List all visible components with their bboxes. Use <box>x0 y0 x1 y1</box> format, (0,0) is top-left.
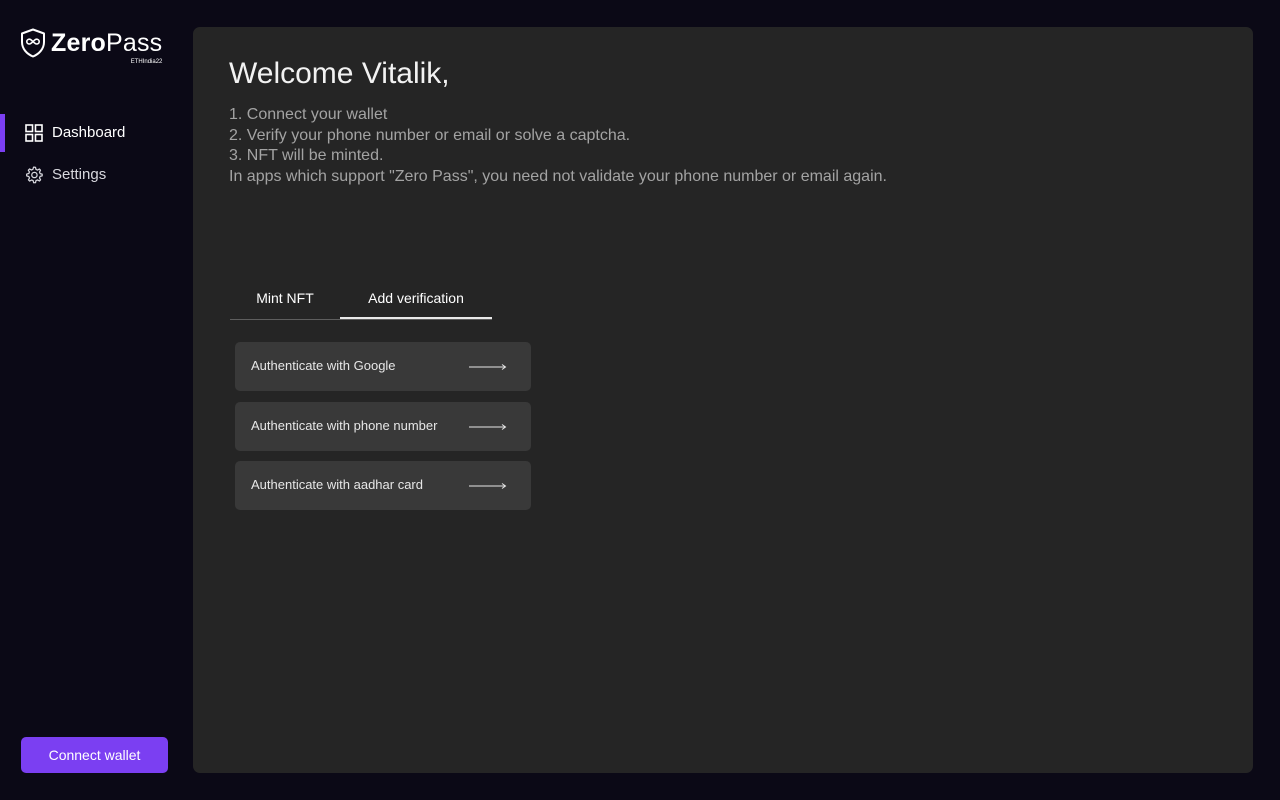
sidebar-item-settings[interactable]: Settings <box>0 156 193 194</box>
instruction-line: In apps which support "Zero Pass", you n… <box>229 167 887 185</box>
arrow-right-icon <box>469 424 507 430</box>
authenticate-phone-button[interactable]: Authenticate with phone number <box>235 402 531 451</box>
sidebar-item-label: Settings <box>52 166 107 183</box>
instructions: 1. Connect your wallet 2. Verify your ph… <box>229 105 889 187</box>
tab-add-verification[interactable]: Add verification <box>340 287 492 325</box>
sidebar: ZeroPass ETHIndia22 Dashboard Settings C… <box>0 0 193 800</box>
shield-infinity-icon <box>21 28 45 58</box>
sidebar-item-dashboard[interactable]: Dashboard <box>0 114 193 152</box>
active-indicator <box>0 114 5 152</box>
connect-wallet-button[interactable]: Connect wallet <box>21 737 168 773</box>
gear-icon <box>26 166 43 184</box>
brand-name-part1: Zero <box>51 29 106 57</box>
page-title: Welcome Vitalik, <box>229 57 450 90</box>
grid-icon <box>25 124 43 142</box>
auth-option-label: Authenticate with phone number <box>251 418 438 433</box>
brand-name-part2: Pass <box>105 29 163 57</box>
instruction-line: 2. Verify your phone number or email or … <box>229 126 631 144</box>
brand-subtitle: ETHIndia22 <box>130 59 163 65</box>
arrow-right-icon <box>469 483 507 489</box>
active-tab-underline <box>340 317 492 319</box>
arrow-right-icon <box>469 364 507 370</box>
brand-logo[interactable]: ZeroPass ETHIndia22 <box>20 28 163 65</box>
instruction-line: 3. NFT will be minted. <box>229 147 384 164</box>
sidebar-item-label: Dashboard <box>52 124 126 141</box>
authenticate-aadhar-button[interactable]: Authenticate with aadhar card <box>235 461 531 510</box>
brand-name: ZeroPass ETHIndia22 <box>51 28 163 65</box>
tab-mint-nft[interactable]: Mint NFT <box>230 287 340 325</box>
auth-option-label: Authenticate with Google <box>251 358 396 373</box>
tab-bar: Mint NFT Add verification <box>230 290 492 320</box>
authenticate-google-button[interactable]: Authenticate with Google <box>235 342 531 391</box>
main-panel: Welcome Vitalik, 1. Connect your wallet … <box>193 27 1253 773</box>
instruction-line: 1. Connect your wallet <box>229 106 388 123</box>
auth-option-label: Authenticate with aadhar card <box>251 477 423 492</box>
